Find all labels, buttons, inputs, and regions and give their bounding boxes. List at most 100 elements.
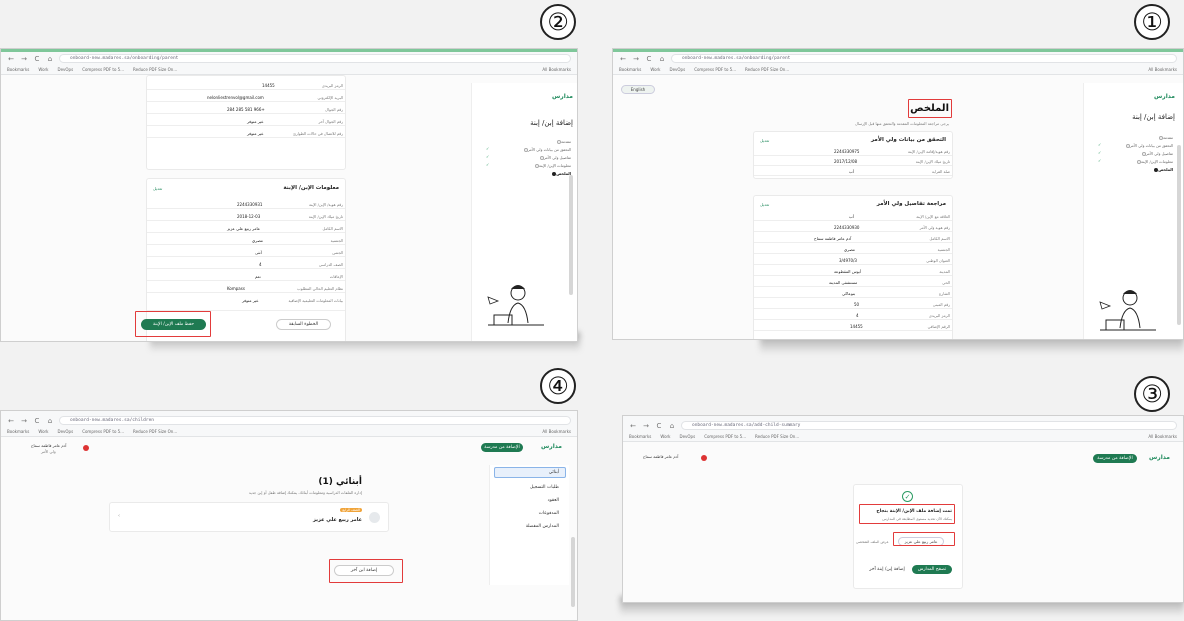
bookmark-item[interactable]: Reduce PDF Size On... (133, 429, 177, 434)
all-bookmarks[interactable]: All Bookmarks (1148, 434, 1177, 439)
user-name[interactable]: آدم عامر فاطمة سماح (643, 454, 678, 459)
reload-icon[interactable]: C (33, 417, 41, 425)
all-bookmarks[interactable]: All Bookmarks (542, 67, 571, 72)
row-value: 2018-12-03 (237, 214, 261, 219)
row-label: تاريخ ميلاد الإبن/ الإبنة (915, 159, 950, 164)
bookmark-item[interactable]: Reduce PDF Size On... (745, 67, 789, 72)
bookmark-item[interactable]: Compress PDF to 5... (694, 67, 736, 72)
forward-icon[interactable]: → (642, 422, 650, 430)
row-value: مستشفى المدينة (829, 280, 858, 285)
step-label: معلومات الإبن/ الإبنة (1140, 159, 1173, 164)
flag-icon[interactable] (83, 445, 89, 451)
child-card[interactable]: الصف الرابع عامر ربيع علي عزيز ‹ (109, 502, 389, 532)
row-label: الرمز البريدي (928, 313, 950, 318)
bookmark-item[interactable]: Compress PDF to 5... (82, 429, 124, 434)
reload-icon[interactable]: C (33, 55, 41, 63)
bookmark-item[interactable]: Compress PDF to 5... (704, 434, 746, 439)
app-body: الرمز البريدي 14455 البريد الإلكتروني nelo… (1, 75, 577, 341)
language-switch[interactable]: English (621, 85, 655, 94)
scrollbar[interactable] (569, 175, 573, 295)
browse-schools-button[interactable]: تصفح المدارس (912, 565, 952, 574)
highlight-box (859, 504, 955, 524)
address-bar[interactable]: onboard-new.madares.sa/onboarding/parent (671, 54, 1177, 63)
step-label: تفاصيل ولي الأمر (1145, 151, 1173, 156)
forward-icon[interactable]: → (20, 417, 28, 425)
screenshot-3: ← → C ⌂ onboard-new.madares.sa/add-child… (622, 415, 1184, 603)
back-icon[interactable]: ← (7, 417, 15, 425)
bookmark-item[interactable]: Bookmarks (7, 67, 29, 72)
all-bookmarks[interactable]: All Bookmarks (542, 429, 571, 434)
back-icon[interactable]: ← (619, 55, 627, 63)
step-label: التحقق من بيانات ولي الأمر (527, 147, 571, 152)
row-label: تاريخ ميلاد الإبن/ الإبنة (308, 214, 343, 219)
reload-icon[interactable]: C (645, 55, 653, 63)
app-body: آدم عامر فاطمة سماح الإضافة من مدرسة مدا… (623, 442, 1183, 602)
step-item: تفاصيل ولي الأمر (537, 155, 571, 160)
home-icon[interactable]: ⌂ (658, 55, 666, 63)
bookmark-item[interactable]: Bookmarks (629, 434, 651, 439)
scrollbar[interactable] (1177, 145, 1181, 325)
previous-step-button[interactable]: الخطوة السابقة (276, 319, 331, 330)
home-icon[interactable]: ⌂ (46, 55, 54, 63)
menu-item-contracts[interactable]: العقود (548, 498, 559, 503)
bookmark-item[interactable]: Work (650, 67, 660, 72)
forward-icon[interactable]: → (20, 55, 28, 63)
menu-item-applications[interactable]: طلبات التسجيل (530, 485, 559, 490)
check-icon: ✓ (486, 154, 490, 159)
bookmark-item[interactable]: Reduce PDF Size On... (133, 67, 177, 72)
bookmark-item[interactable]: DevOps (58, 67, 74, 72)
row-label: رقم هوية ولي الأمر (919, 225, 950, 230)
bookmark-item[interactable]: Work (38, 67, 48, 72)
user-name[interactable]: آدم عامر فاطمة سماح (31, 443, 66, 448)
row-value: أنثى (255, 250, 262, 255)
bookmark-item[interactable]: DevOps (670, 67, 686, 72)
bookmark-item[interactable]: DevOps (680, 434, 696, 439)
forward-icon[interactable]: → (632, 55, 640, 63)
scrollbar[interactable] (571, 537, 575, 607)
back-icon[interactable]: ← (629, 422, 637, 430)
view-profile-link[interactable]: عرض الملف الشخصي (856, 540, 889, 544)
row-label: صلة القرابة (931, 169, 950, 174)
progress-sidebar: مدارس إضافة إبن/ إبنة مقدمة التحقق من بي… (471, 83, 577, 341)
chevron-left-icon[interactable]: ‹ (118, 513, 120, 519)
highlight-box (329, 559, 403, 583)
address-bar[interactable]: onboard-new.madares.sa/children (59, 416, 571, 425)
bookmark-item[interactable]: Work (660, 434, 670, 439)
user-role: ولي الأمر (41, 449, 56, 454)
bookmark-item[interactable]: Bookmarks (7, 429, 29, 434)
row-value: 4 (856, 313, 859, 318)
menu-item-payments[interactable]: المدفوعات (539, 511, 559, 516)
add-another-child-link[interactable]: إضافة إبن/ إبنة آخر (866, 565, 908, 574)
home-icon[interactable]: ⌂ (46, 417, 54, 425)
step-item: معلومات الإبن/ الإبنة (532, 163, 571, 168)
address-bar[interactable]: onboard-new.madares.sa/onboarding/parent (59, 54, 571, 63)
card-title: مراجعة تفاصيل ولي الأمر (876, 201, 946, 207)
menu-item-favorites[interactable]: المدارس المفضلة (526, 524, 559, 529)
top-add-button[interactable]: الإضافة من مدرسة (481, 443, 523, 452)
all-bookmarks[interactable]: All Bookmarks (1148, 67, 1177, 72)
edit-link[interactable]: تعديل (760, 202, 769, 207)
row-value: أب (849, 214, 854, 219)
top-add-button[interactable]: الإضافة من مدرسة (1093, 454, 1137, 463)
bookmark-item[interactable]: DevOps (58, 429, 74, 434)
home-icon[interactable]: ⌂ (668, 422, 676, 430)
flag-icon[interactable] (701, 455, 707, 461)
highlight-box (893, 532, 955, 546)
bookmarks-bar: Bookmarks Work DevOps Compress PDF to 5.… (7, 427, 571, 435)
bookmark-item[interactable]: Work (38, 429, 48, 434)
row-value: عامر ربيع علي عزيز (227, 226, 261, 231)
address-bar[interactable]: onboard-new.madares.sa/add-child-summary (681, 421, 1177, 430)
bookmark-item[interactable]: Bookmarks (619, 67, 641, 72)
back-icon[interactable]: ← (7, 55, 15, 63)
reload-icon[interactable]: C (655, 422, 663, 430)
step-marker-1: ① (1134, 4, 1170, 40)
bookmark-item[interactable]: Reduce PDF Size On... (755, 434, 799, 439)
menu-item-children[interactable]: أبنائي (549, 470, 559, 475)
edit-link[interactable]: تعديل (760, 138, 769, 143)
grade-badge: الصف الرابع (340, 508, 362, 512)
edit-child-link[interactable]: تعديل (153, 186, 162, 191)
bookmark-item[interactable]: Compress PDF to 5... (82, 67, 124, 72)
step-marker-3: ③ (1134, 376, 1170, 412)
progress-sidebar: مدارس إضافة إبن/ إبنة مقدمة التحقق من بي… (1083, 83, 1183, 339)
card-title: التحقق من بيانات ولي الأمر (871, 137, 946, 143)
